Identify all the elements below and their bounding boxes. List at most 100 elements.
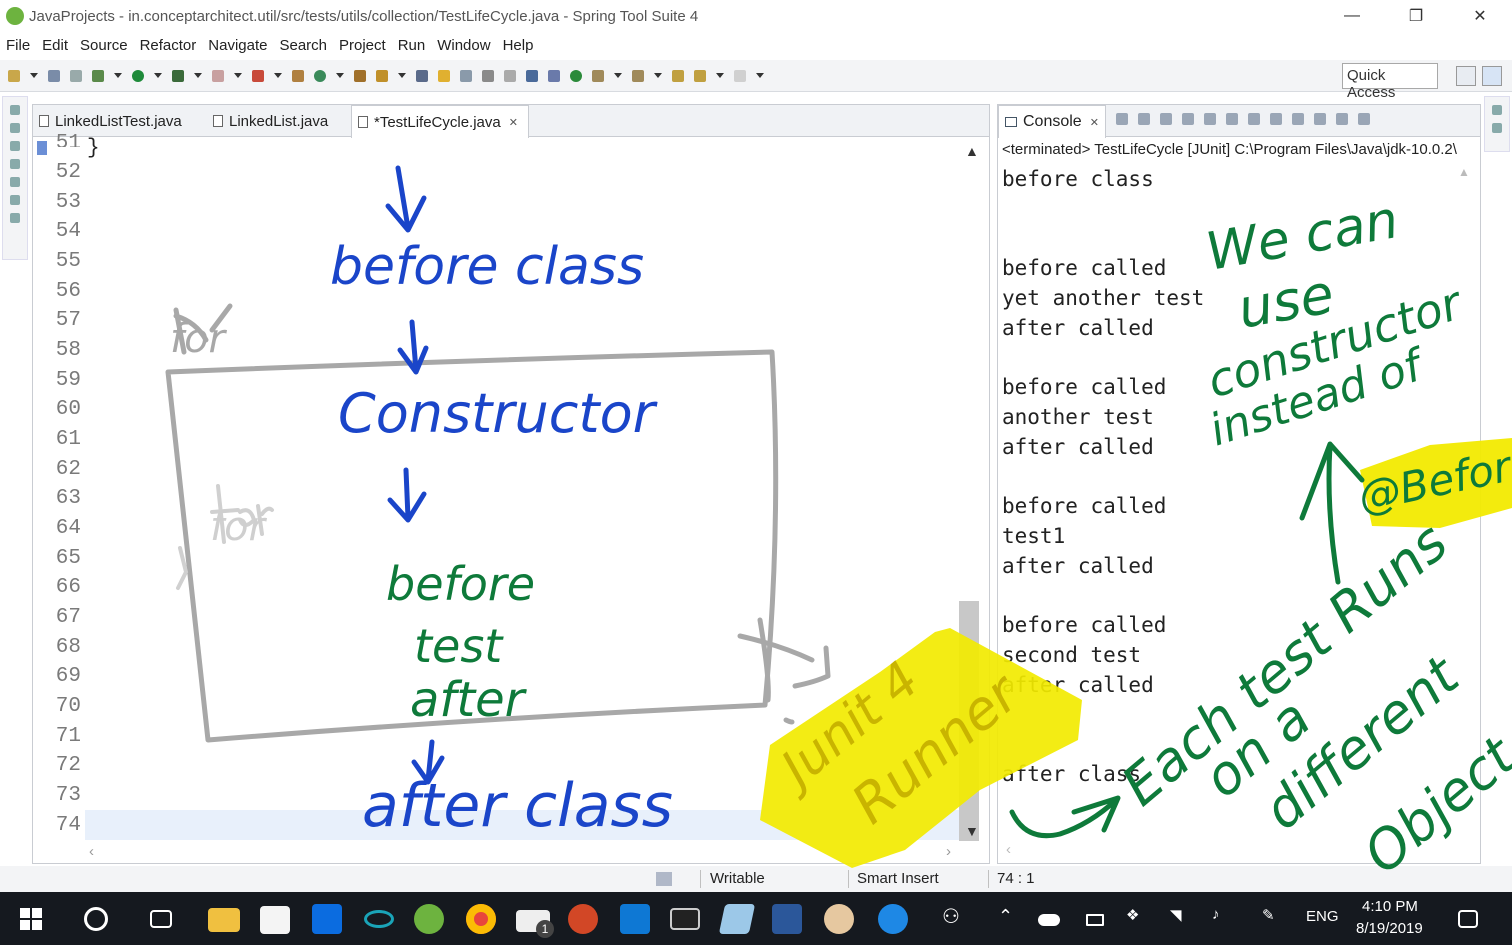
open-perspective-icon[interactable]	[1456, 66, 1476, 86]
last-edit-icon[interactable]	[672, 69, 684, 82]
notepad-app-icon[interactable]	[718, 904, 756, 934]
help-icon[interactable]	[878, 904, 908, 934]
next-annotation-dropdown-icon[interactable]	[614, 73, 622, 78]
scroll-left-icon[interactable]: ‹	[89, 843, 94, 860]
spring-boot-icon[interactable]	[570, 69, 582, 82]
menu-source[interactable]: Source	[80, 37, 128, 54]
forward-dropdown-icon[interactable]	[756, 73, 764, 78]
terminate-icon[interactable]	[1116, 113, 1128, 125]
tab-linkedlist[interactable]: LinkedList.java	[207, 105, 347, 137]
save-all-icon[interactable]	[70, 69, 82, 82]
task-view-icon[interactable]	[150, 910, 172, 928]
paint-icon[interactable]	[824, 904, 854, 934]
next-annotation-icon[interactable]	[592, 69, 604, 82]
toggle-breadcrumb-icon[interactable]	[460, 69, 472, 82]
clock-date[interactable]: 8/19/2019	[1356, 920, 1423, 937]
new-package-icon[interactable]	[292, 69, 304, 82]
editor-horizontal-scrollbar[interactable]: ‹ ›	[85, 843, 955, 861]
console-scroll-up-icon[interactable]: ▲	[1458, 165, 1470, 179]
coverage-dropdown-icon[interactable]	[194, 73, 202, 78]
scroll-lock-icon[interactable]	[1204, 113, 1216, 125]
run-icon[interactable]	[132, 69, 144, 82]
infinity-app-icon[interactable]	[364, 910, 394, 928]
minimize-button[interactable]: —	[1320, 0, 1384, 32]
run-dropdown-icon[interactable]	[154, 73, 162, 78]
search-icon[interactable]	[416, 69, 428, 82]
start-button[interactable]	[20, 908, 42, 930]
open-task-dropdown-icon[interactable]	[398, 73, 406, 78]
stop-dropdown-icon[interactable]	[234, 73, 242, 78]
close-console-icon[interactable]: ✕	[1090, 116, 1099, 129]
new-class-dropdown-icon[interactable]	[336, 73, 344, 78]
debug-icon[interactable]	[92, 69, 104, 82]
mark-occurrences-icon[interactable]	[438, 69, 450, 82]
junit-icon[interactable]	[10, 177, 20, 187]
show-hidden-icons-icon[interactable]: ⌃	[998, 906, 1013, 927]
quick-access-input[interactable]: Quick Access	[1342, 63, 1438, 101]
volume-icon[interactable]: ♪	[1212, 906, 1220, 923]
clear-console-icon[interactable]	[1182, 113, 1194, 125]
remove-launch-icon[interactable]	[1138, 113, 1150, 125]
wifi-icon[interactable]: ◥	[1170, 906, 1182, 924]
outline-icon[interactable]	[10, 195, 20, 205]
pen-workspace-icon[interactable]: ✎	[1262, 906, 1275, 924]
menu-window[interactable]: Window	[437, 37, 490, 54]
scroll-down-icon[interactable]: ▼	[965, 823, 979, 839]
debug-dropdown-icon[interactable]	[114, 73, 122, 78]
powerpoint-icon[interactable]	[568, 904, 598, 934]
outline-view-icon[interactable]	[1492, 123, 1502, 133]
menu-refactor[interactable]: Refactor	[140, 37, 197, 54]
new-icon[interactable]	[8, 69, 20, 82]
menu-file[interactable]: File	[6, 37, 30, 54]
dropbox-tray-icon[interactable]: ❖	[1126, 906, 1139, 924]
tab-console[interactable]: Console ✕	[998, 105, 1106, 138]
dropbox-icon[interactable]	[312, 904, 342, 934]
coverage-icon[interactable]	[172, 69, 184, 82]
store-icon[interactable]	[260, 906, 290, 934]
clock-time[interactable]: 4:10 PM	[1362, 898, 1418, 915]
display-console-icon[interactable]	[1314, 113, 1326, 125]
menu-search[interactable]: Search	[279, 37, 327, 54]
restore-view-icon[interactable]	[10, 105, 20, 115]
vscode-icon[interactable]	[620, 904, 650, 934]
package-explorer-icon[interactable]	[10, 123, 20, 133]
skip-breakpoints-icon[interactable]	[548, 69, 560, 82]
back-dropdown-icon[interactable]	[716, 73, 724, 78]
show-on-stderr-icon[interactable]	[1270, 113, 1282, 125]
block-selection-icon[interactable]	[482, 69, 494, 82]
spring-tool-suite-taskbar-icon[interactable]	[414, 904, 444, 934]
restore-right-view-icon[interactable]	[1492, 105, 1502, 115]
back-icon[interactable]	[694, 69, 706, 82]
prev-annotation-dropdown-icon[interactable]	[654, 73, 662, 78]
file-explorer-icon[interactable]	[208, 908, 240, 932]
battery-icon[interactable]	[1086, 914, 1104, 926]
language-indicator[interactable]: ENG	[1306, 908, 1339, 925]
external-tools-dropdown-icon[interactable]	[274, 73, 282, 78]
scroll-up-icon[interactable]: ▲	[965, 143, 979, 159]
task-list-icon[interactable]	[10, 213, 20, 223]
save-icon[interactable]	[48, 69, 60, 82]
show-whitespace-icon[interactable]	[504, 69, 516, 82]
console-scroll-left-icon[interactable]: ‹	[1006, 841, 1011, 858]
open-task-icon[interactable]	[376, 69, 388, 82]
type-hierarchy-icon[interactable]	[10, 141, 20, 151]
restore-button[interactable]: ❐	[1384, 0, 1448, 32]
scroll-thumb[interactable]	[959, 601, 979, 841]
forward-icon[interactable]	[734, 69, 746, 82]
menu-project[interactable]: Project	[339, 37, 386, 54]
stop-icon[interactable]	[212, 69, 224, 82]
prev-annotation-icon[interactable]	[632, 69, 644, 82]
chrome-icon[interactable]	[466, 904, 496, 934]
new-dropdown-icon[interactable]	[30, 73, 38, 78]
close-tab-icon[interactable]: ✕	[509, 116, 518, 129]
show-on-stdout-icon[interactable]	[1248, 113, 1260, 125]
editor-vertical-scrollbar[interactable]: ▲ ▼	[955, 141, 989, 841]
java-perspective-icon[interactable]	[1482, 66, 1502, 86]
new-class-icon[interactable]	[314, 69, 326, 82]
close-button[interactable]: ✕	[1448, 0, 1512, 32]
menu-help[interactable]: Help	[503, 37, 534, 54]
onedrive-icon[interactable]	[1038, 914, 1060, 926]
action-center-icon[interactable]	[1458, 910, 1478, 928]
word-wrap-icon[interactable]	[1226, 113, 1238, 125]
restore-view-icon-2[interactable]	[10, 159, 20, 169]
